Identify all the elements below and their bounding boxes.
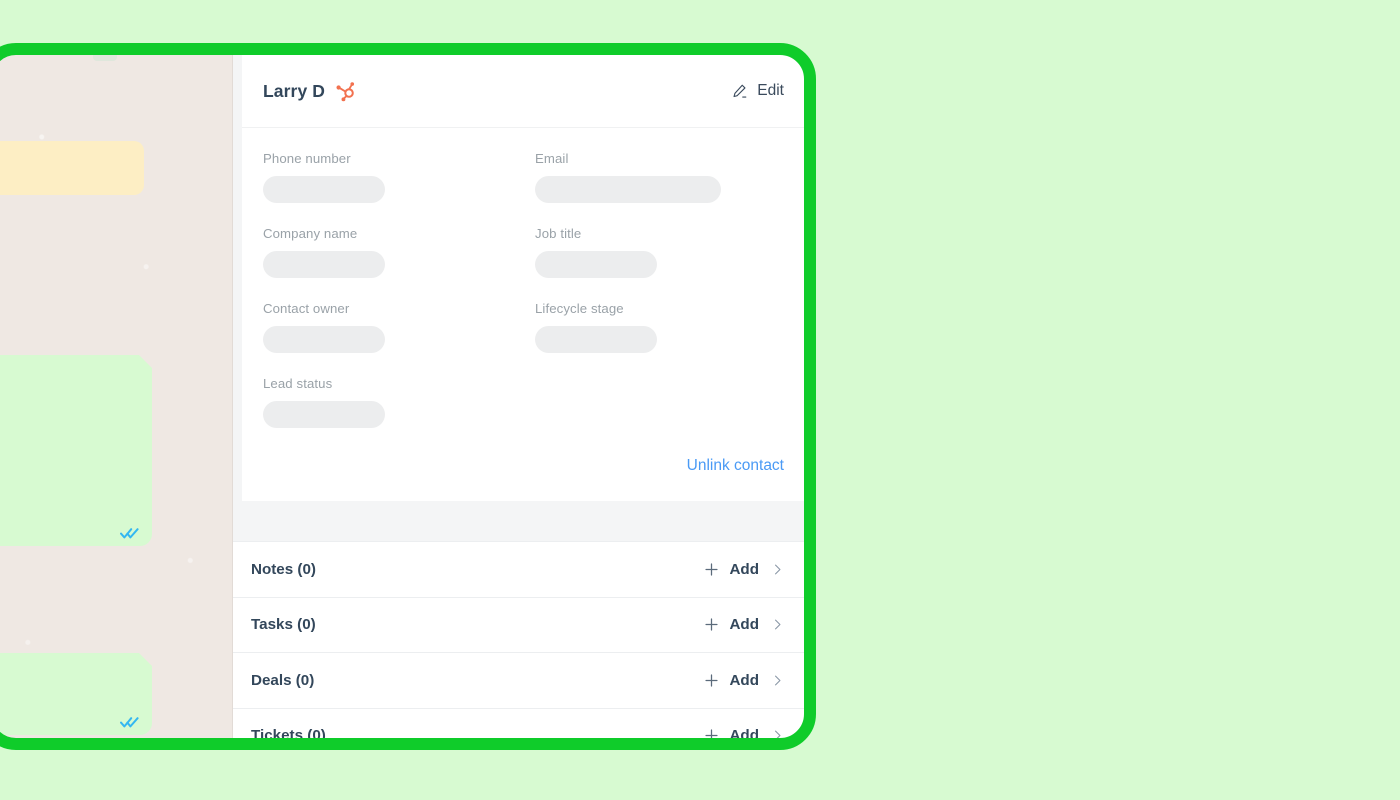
chat-conversation-pane	[0, 55, 233, 738]
add-label: Add	[729, 560, 759, 578]
association-title: Tickets (0)	[251, 727, 326, 738]
field-contact-owner: Contact owner	[263, 301, 535, 353]
field-lifecycle-stage: Lifecycle stage	[535, 301, 784, 353]
double-check-icon	[120, 717, 139, 728]
plus-icon	[705, 674, 719, 687]
chevron-right-icon[interactable]	[771, 729, 784, 738]
field-value-skeleton[interactable]	[263, 401, 385, 428]
field-phone-number: Phone number	[263, 151, 535, 203]
field-label: Lead status	[263, 376, 333, 391]
field-value-skeleton[interactable]	[535, 251, 657, 278]
field-email: Email	[535, 151, 784, 203]
field-lead-status: Lead status	[263, 376, 535, 428]
associations-list: Notes (0) Add Tasks (0) Add Deals (0) Ad…	[233, 541, 805, 738]
pencil-edit-icon	[733, 84, 747, 98]
field-label: Contact owner	[263, 301, 350, 316]
field-label: Email	[535, 151, 569, 166]
association-title: Deals (0)	[251, 671, 315, 689]
add-label: Add	[729, 671, 759, 689]
add-deal-button[interactable]: Add	[704, 672, 759, 689]
field-value-skeleton[interactable]	[263, 176, 385, 203]
contact-fields-grid: Phone number Email Company name Job titl…	[242, 128, 805, 451]
chat-bubble-outgoing[interactable]	[0, 653, 152, 735]
association-actions: Add	[704, 616, 784, 633]
association-row-tasks[interactable]: Tasks (0) Add	[233, 597, 805, 653]
field-value-skeleton[interactable]	[535, 176, 721, 203]
association-title: Tasks (0)	[251, 616, 316, 634]
chat-bubble-incoming[interactable]	[0, 141, 144, 195]
plus-icon	[705, 563, 719, 576]
field-value-skeleton[interactable]	[263, 326, 385, 353]
edit-contact-button[interactable]: Edit	[731, 82, 784, 100]
association-actions: Add	[704, 561, 784, 578]
field-job-title: Job title	[535, 226, 784, 278]
chat-skeleton-chip	[93, 55, 117, 61]
chevron-right-icon[interactable]	[771, 618, 784, 631]
field-value-skeleton[interactable]	[263, 251, 385, 278]
association-title: Notes (0)	[251, 560, 316, 578]
add-ticket-button[interactable]: Add	[704, 727, 759, 738]
contact-card: Larry D Edit Phone number Email Company …	[242, 55, 805, 501]
unlink-contact-link[interactable]: Unlink contact	[687, 457, 784, 475]
field-label: Company name	[263, 226, 358, 241]
add-label: Add	[729, 727, 759, 738]
association-row-tickets[interactable]: Tickets (0) Add	[233, 708, 805, 738]
contact-identity: Larry D	[263, 80, 356, 102]
field-company-name: Company name	[263, 226, 535, 278]
chat-bubble-outgoing[interactable]	[0, 355, 152, 546]
association-row-deals[interactable]: Deals (0) Add	[233, 653, 805, 709]
chevron-right-icon[interactable]	[771, 563, 784, 576]
field-label: Lifecycle stage	[535, 301, 624, 316]
double-check-icon	[120, 528, 139, 539]
add-note-button[interactable]: Add	[704, 561, 759, 578]
app-window: Larry D Edit Phone number Email Company …	[0, 55, 805, 738]
add-task-button[interactable]: Add	[704, 616, 759, 633]
association-row-notes[interactable]: Notes (0) Add	[233, 542, 805, 598]
unlink-contact-row: Unlink contact	[242, 451, 805, 501]
field-label: Job title	[535, 226, 582, 241]
association-actions: Add	[704, 727, 784, 738]
hubspot-sprocket-icon	[336, 82, 355, 102]
edit-button-label: Edit	[757, 82, 784, 99]
add-label: Add	[729, 616, 759, 634]
contact-name: Larry D	[263, 80, 325, 101]
chevron-right-icon[interactable]	[771, 674, 784, 687]
plus-icon	[705, 618, 719, 631]
contact-detail-panel: Larry D Edit Phone number Email Company …	[233, 55, 805, 738]
field-label: Phone number	[263, 151, 351, 166]
contact-card-header: Larry D Edit	[242, 55, 805, 128]
plus-icon	[705, 729, 719, 738]
association-actions: Add	[704, 672, 784, 689]
field-value-skeleton[interactable]	[535, 326, 657, 353]
